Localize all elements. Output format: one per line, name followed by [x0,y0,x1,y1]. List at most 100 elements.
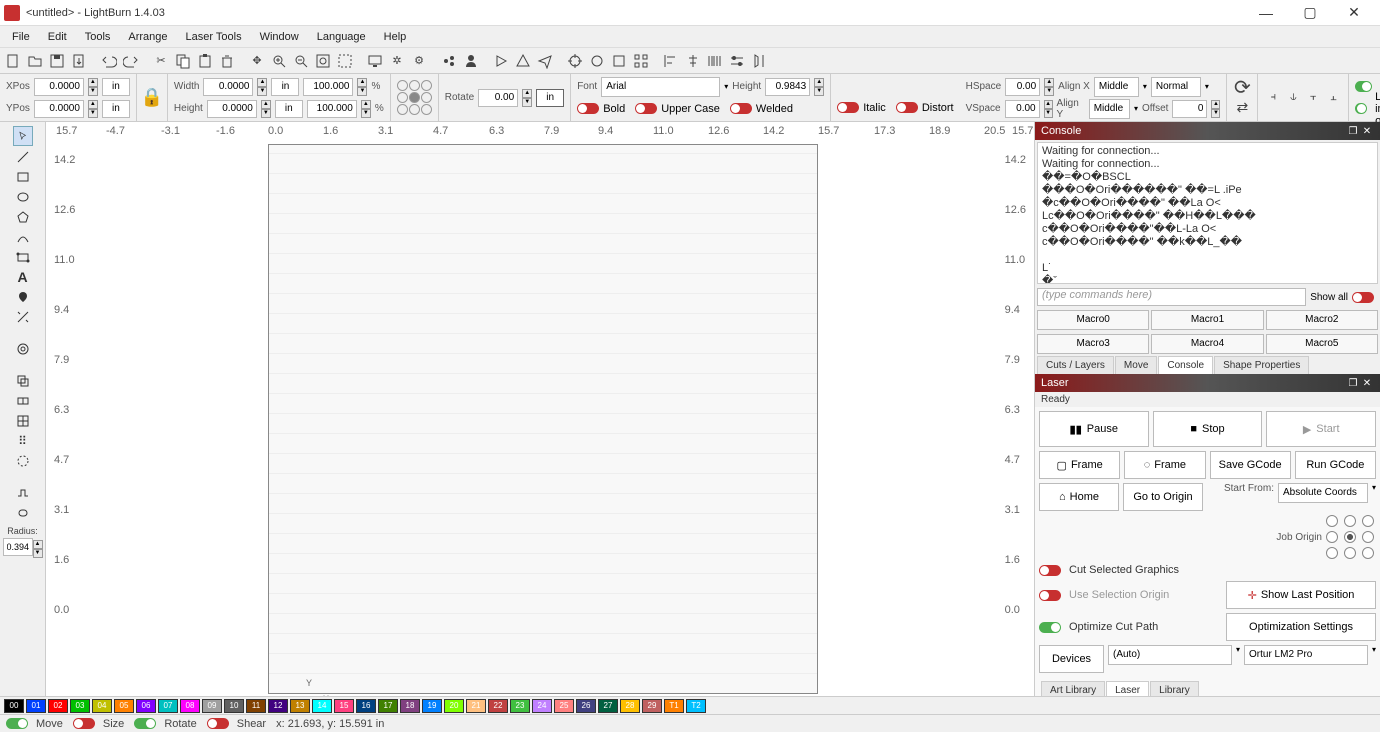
hspace-spinner[interactable]: ▲▼ [1044,78,1054,96]
menu-tools[interactable]: Tools [77,29,119,45]
font-height-spinner[interactable]: ▲▼ [814,78,824,96]
hinge-tool[interactable] [13,504,33,522]
hpct-spinner[interactable]: ▲▼ [361,100,371,118]
zoom-out-icon[interactable] [292,52,310,70]
swatch-27[interactable]: 27 [598,699,618,713]
vspace-spinner[interactable]: ▲▼ [1044,100,1053,118]
align-c-icon[interactable]: ⫝ [1284,89,1302,107]
line-tool[interactable] [13,148,33,166]
tab-cuts-layers[interactable]: Cuts / Layers [1037,356,1114,374]
swatch-01[interactable]: 01 [26,699,46,713]
offset-tool[interactable] [13,340,33,358]
new-icon[interactable] [4,52,22,70]
radius-input[interactable] [3,538,33,556]
swatch-13[interactable]: 13 [290,699,310,713]
swatch-T2[interactable]: T2 [686,699,706,713]
polygon-tool[interactable] [13,208,33,226]
swatch-28[interactable]: 28 [620,699,640,713]
console-output[interactable]: Waiting for connection...Waiting for con… [1037,142,1378,284]
hpct-input[interactable] [307,100,357,118]
height-input[interactable] [207,100,257,118]
italic-toggle[interactable] [837,102,859,113]
send-icon[interactable] [536,52,554,70]
radial-tool[interactable] [13,452,33,470]
height-spinner[interactable]: ▲▼ [261,100,271,118]
goto-origin-button[interactable]: Go to Origin [1123,483,1203,511]
delete-icon[interactable] [218,52,236,70]
save-gcode-button[interactable]: Save GCode [1210,451,1291,479]
unit-select[interactable]: in [536,89,564,107]
grid-tool[interactable] [13,412,33,430]
tab-tool[interactable] [13,484,33,502]
menu-help[interactable]: Help [376,29,415,45]
cut-selected-toggle[interactable] [1039,565,1061,576]
swatch-26[interactable]: 26 [576,699,596,713]
swatch-07[interactable]: 07 [158,699,178,713]
macro1-button[interactable]: Macro1 [1151,310,1263,330]
preview-icon[interactable] [366,52,384,70]
stop-button[interactable]: ■Stop [1153,411,1263,447]
slider-icon[interactable] [728,52,746,70]
swatch-22[interactable]: 22 [488,699,508,713]
frame-circle-button[interactable]: ◌Frame [1124,451,1205,479]
laser-close-icon[interactable]: ✕ [1360,378,1374,389]
console-input[interactable]: (type commands here) [1037,288,1306,306]
shear-mode-toggle[interactable] [207,718,229,729]
alignx-select[interactable]: Middle [1094,77,1139,97]
swatch-25[interactable]: 25 [554,699,574,713]
job-origin-grid[interactable] [1326,515,1376,559]
height-unit[interactable]: in [275,100,303,118]
cut-icon[interactable]: ✂ [152,52,170,70]
console-close-icon[interactable]: ✕ [1360,126,1374,137]
anchor-grid[interactable] [397,80,432,115]
vspace-input[interactable] [1005,100,1040,118]
align-l-icon[interactable]: ⫞ [1264,89,1282,107]
user-icon[interactable] [462,52,480,70]
zoom-frame-icon[interactable] [314,52,332,70]
target-icon[interactable] [566,52,584,70]
ypos-unit[interactable]: in [102,100,130,118]
swatch-21[interactable]: 21 [466,699,486,713]
menu-arrange[interactable]: Arrange [120,29,175,45]
hspace-input[interactable] [1005,78,1040,96]
swatch-02[interactable]: 02 [48,699,68,713]
wpct-spinner[interactable]: ▲▼ [357,78,367,96]
align-center-icon[interactable] [684,52,702,70]
menu-laser-tools[interactable]: Laser Tools [178,29,250,45]
undo-icon[interactable] [100,52,118,70]
select-tool[interactable] [13,126,33,146]
swatch-18[interactable]: 18 [400,699,420,713]
measure-tool[interactable] [13,308,33,326]
use-sel-origin-toggle[interactable] [1039,590,1061,601]
rotate-spinner[interactable]: ▲▼ [522,89,532,107]
swatch-10[interactable]: 10 [224,699,244,713]
run-gcode-button[interactable]: Run GCode [1295,451,1376,479]
swatch-24[interactable]: 24 [532,699,552,713]
laser-undock-icon[interactable]: ❐ [1346,378,1360,389]
swatch-T1[interactable]: T1 [664,699,684,713]
align-left-icon[interactable] [662,52,680,70]
swatch-12[interactable]: 12 [268,699,288,713]
show-all-toggle[interactable] [1352,292,1374,303]
device-select[interactable]: Ortur LM2 Pro [1244,645,1368,665]
swatch-08[interactable]: 08 [180,699,200,713]
width-input[interactable] [203,78,253,96]
bezier-tool[interactable] [13,228,33,246]
close-button[interactable]: ✕ [1332,0,1376,26]
width-unit[interactable]: in [271,78,299,96]
menu-window[interactable]: Window [252,29,307,45]
offset-input[interactable] [1172,100,1207,118]
wpct-input[interactable] [303,78,353,96]
offset-spinner[interactable]: ▲▼ [1211,100,1220,118]
home-button[interactable]: ⌂Home [1039,483,1119,511]
swatch-17[interactable]: 17 [378,699,398,713]
swatch-16[interactable]: 16 [356,699,376,713]
settings-icon[interactable]: ✲ [388,52,406,70]
style-select[interactable]: Normal [1151,77,1201,97]
ypos-input[interactable] [34,100,84,118]
sync-icon[interactable]: ⇄ [1233,99,1251,117]
lock-inner-toggle[interactable] [1355,103,1367,114]
xpos-spinner[interactable]: ▲▼ [88,78,98,96]
font-height-input[interactable] [765,78,810,96]
macro2-button[interactable]: Macro2 [1266,310,1378,330]
